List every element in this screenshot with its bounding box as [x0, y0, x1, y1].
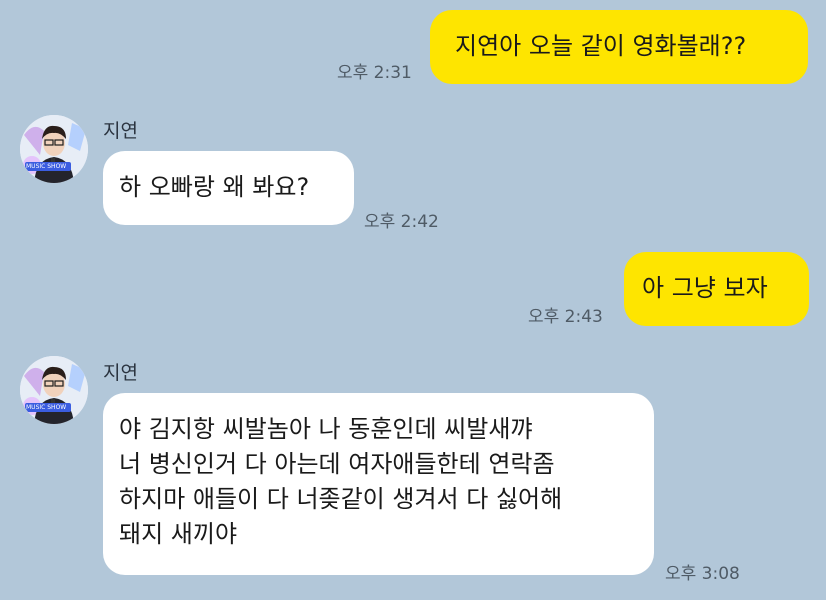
- sender-name: 지연: [103, 362, 138, 384]
- received-message-bubble[interactable]: 하 오빠랑 왜 봐요?: [103, 151, 354, 225]
- message-timestamp: 오후 2:31: [337, 63, 412, 83]
- my-message-bubble[interactable]: 지연아 오늘 같이 영화볼래??: [430, 10, 808, 84]
- profile-avatar[interactable]: MUSIC SHOW: [20, 356, 88, 424]
- message-text-line: 너 병신인거 다 아는데 여자애들한테 연락좀: [119, 450, 555, 478]
- avatar-banner-text: MUSIC SHOW: [26, 404, 67, 411]
- message-timestamp: 오후 3:08: [665, 564, 740, 584]
- received-message-bubble[interactable]: 야 김지항 씨발놈아 나 동훈인데 씨발새꺄 너 병신인거 다 아는데 여자애들…: [103, 393, 654, 575]
- message-text-line: 야 김지항 씨발놈아 나 동훈인데 씨발새꺄: [119, 415, 533, 443]
- profile-avatar[interactable]: MUSIC SHOW: [20, 115, 88, 183]
- message-text: 하 오빠랑 왜 봐요?: [119, 173, 310, 201]
- message-text-line: 하지마 애들이 다 너좆같이 생겨서 다 싫어해: [119, 485, 563, 513]
- message-text: 지연아 오늘 같이 영화볼래??: [455, 32, 747, 60]
- message-text-line: 돼지 새끼야: [119, 520, 238, 548]
- my-message-bubble[interactable]: 아 그냥 보자: [624, 252, 809, 326]
- message-timestamp: 오후 2:43: [528, 307, 603, 327]
- message-timestamp: 오후 2:42: [364, 212, 439, 232]
- message-text: 아 그냥 보자: [642, 274, 768, 302]
- profile-photo-icon: [20, 115, 88, 183]
- profile-photo-icon: [20, 356, 88, 424]
- avatar-banner-text: MUSIC SHOW: [26, 163, 67, 170]
- sender-name: 지연: [103, 120, 138, 142]
